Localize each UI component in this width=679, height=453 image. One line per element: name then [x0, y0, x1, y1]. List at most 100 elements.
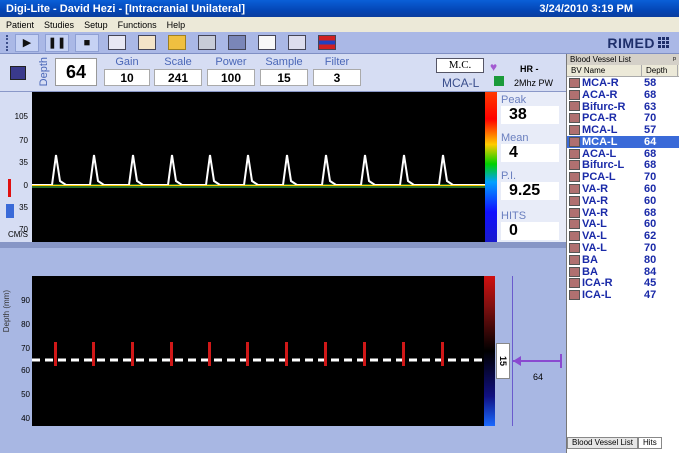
printer-icon[interactable]	[195, 34, 219, 52]
vessel-row[interactable]: Bifurc-R 63	[567, 101, 679, 113]
vessel-list-rows: MCA-R 58 ACA-R 68 Bifurc-R 63 PCA-R 70 MCA-L 57 MC…	[567, 77, 679, 301]
vessel-icon	[569, 148, 580, 159]
filter-control[interactable]: Filter 3	[313, 56, 361, 86]
tab-hits[interactable]: Hits	[637, 437, 662, 449]
gain-value[interactable]: 10	[104, 69, 150, 86]
vessel-depth: 68	[644, 159, 657, 172]
mmode-flow-mark	[208, 342, 211, 366]
col-depth[interactable]: Depth	[642, 65, 678, 76]
tab-blood-vessel-list[interactable]: Blood Vessel List	[567, 437, 638, 449]
display-mode-icon[interactable]	[315, 34, 339, 52]
scale-control[interactable]: Scale 241	[154, 56, 202, 86]
vessel-depth: 70	[644, 112, 657, 125]
vessel-depth: 45	[644, 277, 657, 290]
vessel-row[interactable]: VA-R 60	[567, 195, 679, 207]
menu-help[interactable]: Help	[167, 20, 186, 30]
mmode-flow-mark	[363, 342, 366, 366]
mmode-flow-mark	[131, 342, 134, 366]
vessel-name: PCA-L	[582, 171, 616, 184]
vessel-depth: 68	[644, 147, 657, 160]
menu-studies[interactable]: Studies	[44, 20, 74, 30]
vessel-icon	[569, 160, 580, 171]
heart-icon: ♥	[490, 60, 498, 74]
col-bv-name[interactable]: BV Name	[567, 65, 642, 76]
grid-icon[interactable]	[225, 34, 249, 52]
pin-icon[interactable]: ᵖ	[673, 55, 676, 64]
vessel-icon	[569, 290, 580, 301]
vessel-name: VA-L	[582, 218, 607, 231]
vessel-icon	[569, 243, 580, 254]
spectrum-tick: 105	[14, 112, 28, 121]
vessel-icon	[569, 101, 580, 112]
probe-mode: 2Mhz PW	[514, 78, 554, 88]
vessel-row[interactable]: VA-L 62	[567, 230, 679, 242]
vessel-name: ICA-R	[582, 277, 613, 290]
sample-control[interactable]: Sample 15	[260, 56, 308, 86]
menu-functions[interactable]: Functions	[118, 20, 157, 30]
vessel-row[interactable]: ICA-L 47	[567, 289, 679, 301]
pause-button[interactable]: ❚❚	[45, 33, 69, 52]
mmode-tick: 90	[21, 296, 30, 305]
sample-value[interactable]: 15	[260, 69, 308, 86]
toolbar-grip[interactable]	[6, 34, 9, 51]
notes-icon[interactable]	[255, 34, 279, 52]
scale-value[interactable]: 241	[154, 69, 202, 86]
vessel-row[interactable]: VA-L 70	[567, 242, 679, 254]
vessel-row[interactable]: BA 80	[567, 254, 679, 266]
spectrum-tick: 35	[19, 158, 28, 167]
vessel-list-title-bar: Blood Vessel List ᵖ	[567, 54, 679, 65]
vessel-row[interactable]: Bifurc-L 68	[567, 159, 679, 172]
toolbar: ▶ ❚❚ ■	[0, 32, 566, 54]
mmode-tick: 80	[21, 320, 30, 329]
play-button[interactable]: ▶	[15, 33, 39, 52]
stop-button[interactable]: ■	[75, 33, 99, 52]
report-icon[interactable]	[135, 34, 159, 52]
vessel-depth: 60	[644, 218, 657, 231]
mmode-display[interactable]	[32, 276, 484, 426]
vessel-row[interactable]: ICA-R 45	[567, 277, 679, 290]
vessel-name: MCA-L	[582, 124, 618, 137]
depth-value[interactable]: 64	[55, 58, 97, 86]
vessel-row[interactable]: BA 84	[567, 266, 679, 278]
vessel-row[interactable]: ACA-R 68	[567, 89, 679, 101]
vessel-row[interactable]: VA-L 60	[567, 218, 679, 231]
vessel-name: MCA-L	[582, 135, 618, 148]
vessel-depth: 70	[644, 242, 657, 255]
vessel-row[interactable]: PCA-R 70	[567, 112, 679, 124]
camera-icon[interactable]	[10, 66, 26, 80]
parameter-row: Depth 64 Gain 10 Scale 241 Power 100 Sam…	[0, 54, 566, 92]
spectrum-tick: 70	[19, 136, 28, 145]
vessel-row[interactable]: MCA-R 58	[567, 77, 679, 89]
velocity-unit: CM/S	[8, 230, 28, 239]
vessel-depth: 58	[644, 76, 657, 89]
vessel-name: BA	[582, 253, 598, 266]
vessel-row[interactable]: ACA-L 68	[567, 148, 679, 160]
folder-icon[interactable]	[165, 34, 189, 52]
vessel-row[interactable]: MCA-L 57	[567, 124, 679, 136]
power-control[interactable]: Power 100	[207, 56, 255, 86]
menu-patient[interactable]: Patient	[6, 20, 34, 30]
mc-button[interactable]: M.C.	[436, 58, 484, 73]
menu-setup[interactable]: Setup	[84, 20, 108, 30]
panel-splitter[interactable]	[0, 242, 566, 248]
depth-marker-arrow-icon[interactable]	[513, 356, 521, 366]
gain-control[interactable]: Gain 10	[104, 56, 150, 86]
filter-value[interactable]: 3	[313, 69, 361, 86]
doppler-spectrum[interactable]	[32, 92, 485, 242]
mixer-icon[interactable]	[285, 34, 309, 52]
clipboard-icon[interactable]	[105, 34, 129, 52]
gate-size-value: 15	[497, 355, 508, 367]
vessel-icon	[569, 266, 580, 277]
datetime: 3/24/2010 3:19 PM	[539, 2, 633, 15]
brand-area: RIMED	[566, 32, 679, 54]
depth-marker-handle[interactable]	[560, 354, 562, 368]
power-value[interactable]: 100	[207, 69, 255, 86]
vessel-row[interactable]: VA-R 60	[567, 183, 679, 195]
vessel-icon	[569, 278, 580, 289]
vessel-row[interactable]: PCA-L 70	[567, 171, 679, 183]
mmode-flow-mark	[402, 342, 405, 366]
title-bar: Digi-Lite - David Hezi - [Intracranial U…	[0, 0, 679, 17]
vessel-row[interactable]: MCA-L 64	[567, 136, 679, 148]
vessel-depth: 60	[644, 183, 657, 196]
vessel-row[interactable]: VA-R 68	[567, 207, 679, 219]
